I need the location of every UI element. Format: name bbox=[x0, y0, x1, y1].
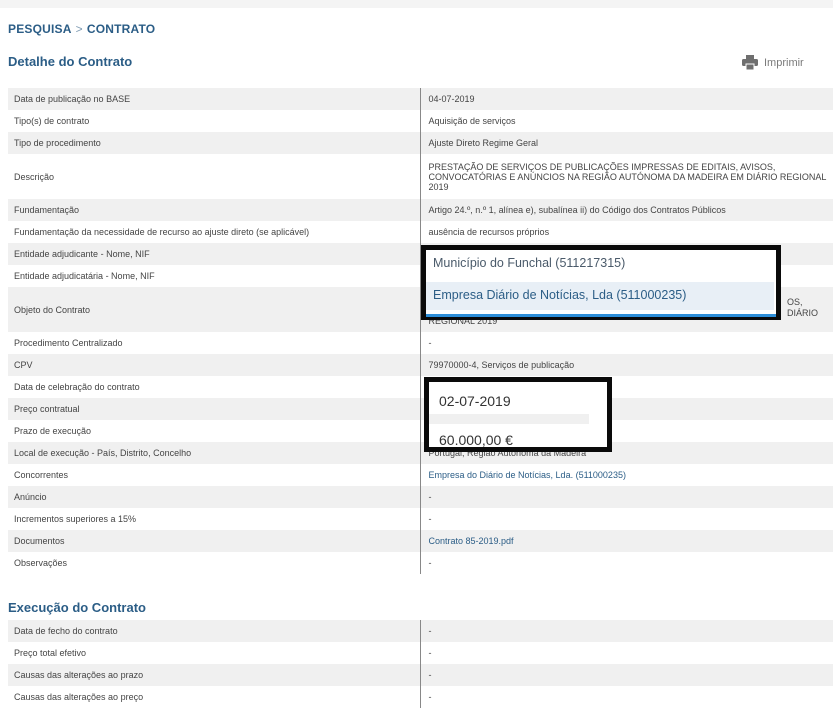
row-key: Fundamentação da necessidade de recurso … bbox=[8, 221, 421, 243]
row-key: CPV bbox=[8, 354, 421, 376]
print-label: Imprimir bbox=[764, 56, 804, 69]
table-row: Tipo(s) de contrato Aquisição de serviços bbox=[8, 110, 833, 132]
row-value: 79970000-4, Serviços de publicação bbox=[420, 354, 833, 376]
row-value: - bbox=[420, 508, 833, 530]
overlay-row-band bbox=[429, 414, 589, 424]
row-key: Tipo de procedimento bbox=[8, 132, 421, 154]
detail-table: Data de publicação no BASE 04-07-2019 Tip… bbox=[8, 88, 833, 574]
concorrente-link[interactable]: Empresa do Diário de Notícias, Lda. (511… bbox=[420, 464, 833, 486]
row-key: Concorrentes bbox=[8, 464, 421, 486]
objeto-peek-text: DIÁRIO bbox=[787, 308, 819, 318]
row-value: PRESTAÇÃO DE SERVIÇOS DE PUBLICAÇÕES IMP… bbox=[420, 154, 833, 199]
table-row: Preço contratual bbox=[8, 398, 833, 420]
row-key: Incrementos superiores a 15% bbox=[8, 508, 421, 530]
row-key: Fundamentação bbox=[8, 199, 421, 221]
row-key: Entidade adjudicante - Nome, NIF bbox=[8, 243, 421, 265]
row-key: Causas das alterações ao prazo bbox=[8, 664, 421, 686]
adjudicante-overlay-value: Município do Funchal (511217315) bbox=[433, 256, 626, 270]
row-key: Prazo de execução bbox=[8, 420, 421, 442]
overlay-blue-strip bbox=[426, 314, 776, 317]
row-value: - bbox=[420, 332, 833, 354]
row-key: Data de publicação no BASE bbox=[8, 88, 421, 110]
entity-overlay-box: Município do Funchal (511217315) Empresa… bbox=[421, 245, 781, 320]
row-key: Anúncio bbox=[8, 486, 421, 508]
table-row: Fundamentação Artigo 24.º, n.º 1, alínea … bbox=[8, 199, 833, 221]
row-value: - bbox=[420, 686, 833, 708]
breadcrumb: PESQUISA > CONTRATO bbox=[8, 22, 155, 36]
objeto-peek-text: OS, bbox=[787, 297, 803, 307]
row-key: Objeto do Contrato bbox=[8, 287, 421, 332]
row-value: - bbox=[420, 552, 833, 574]
row-key: Descrição bbox=[8, 154, 421, 199]
row-value: - bbox=[420, 664, 833, 686]
table-row: Descrição PRESTAÇÃO DE SERVIÇOS DE PUBLIC… bbox=[8, 154, 833, 199]
table-row: Fundamentação da necessidade de recurso … bbox=[8, 221, 833, 243]
row-key: Preço total efetivo bbox=[8, 642, 421, 664]
row-value: Ajuste Direto Regime Geral bbox=[420, 132, 833, 154]
row-value: Artigo 24.º, n.º 1, alínea e), subalínea… bbox=[420, 199, 833, 221]
row-value: 04-07-2019 bbox=[420, 88, 833, 110]
breadcrumb-contrato: CONTRATO bbox=[86, 22, 156, 36]
detail-title: Detalhe do Contrato bbox=[8, 54, 133, 69]
row-value: - bbox=[420, 642, 833, 664]
execution-table: Data de fecho do contrato - Preço total e… bbox=[8, 620, 833, 708]
row-key: Data de celebração do contrato bbox=[8, 376, 421, 398]
row-key: Observações bbox=[8, 552, 421, 574]
printer-icon bbox=[742, 55, 758, 70]
row-value: Aquisição de serviços bbox=[420, 110, 833, 132]
row-key: Tipo(s) de contrato bbox=[8, 110, 421, 132]
row-key: Entidade adjudicatária - Nome, NIF bbox=[8, 265, 421, 287]
table-row: Prazo de execução bbox=[8, 420, 833, 442]
preco-overlay-value: 60.000,00 € bbox=[439, 432, 513, 448]
row-value: - bbox=[420, 620, 833, 642]
table-row: Anúncio - bbox=[8, 486, 833, 508]
row-key: Preço contratual bbox=[8, 398, 421, 420]
table-row: CPV 79970000-4, Serviços de publicação bbox=[8, 354, 833, 376]
adjudicataria-overlay-row: Empresa Diário de Notícias, Lda (5110002… bbox=[426, 282, 774, 310]
row-value: ausência de recursos próprios bbox=[420, 221, 833, 243]
table-row: Procedimento Centralizado - bbox=[8, 332, 833, 354]
table-row: Causas das alterações ao preço - bbox=[8, 686, 833, 708]
table-row: Data de fecho do contrato - bbox=[8, 620, 833, 642]
row-key: Local de execução - País, Distrito, Conc… bbox=[8, 442, 421, 464]
values-overlay-box: 02-07-2019 60.000,00 € bbox=[424, 377, 612, 452]
top-bar bbox=[0, 0, 833, 8]
breadcrumb-separator: > bbox=[75, 22, 83, 36]
document-link[interactable]: Contrato 85-2019.pdf bbox=[420, 530, 833, 552]
table-row: Data de publicação no BASE 04-07-2019 bbox=[8, 88, 833, 110]
row-key: Data de fecho do contrato bbox=[8, 620, 421, 642]
table-row: Local de execução - País, Distrito, Conc… bbox=[8, 442, 833, 464]
table-row: Tipo de procedimento Ajuste Direto Regime… bbox=[8, 132, 833, 154]
table-row: Data de celebração do contrato bbox=[8, 376, 833, 398]
row-key: Documentos bbox=[8, 530, 421, 552]
row-key: Causas das alterações ao preço bbox=[8, 686, 421, 708]
table-row: Documentos Contrato 85-2019.pdf bbox=[8, 530, 833, 552]
table-row: Preço total efetivo - bbox=[8, 642, 833, 664]
table-row: Concorrentes Empresa do Diário de Notícia… bbox=[8, 464, 833, 486]
table-row: Observações - bbox=[8, 552, 833, 574]
table-row: Incrementos superiores a 15% - bbox=[8, 508, 833, 530]
breadcrumb-pesquisa[interactable]: PESQUISA bbox=[8, 22, 72, 36]
data-celebracao-overlay-value: 02-07-2019 bbox=[439, 393, 511, 409]
row-key: Procedimento Centralizado bbox=[8, 332, 421, 354]
execution-title: Execução do Contrato bbox=[8, 600, 146, 615]
table-row: Causas das alterações ao prazo - bbox=[8, 664, 833, 686]
row-value: - bbox=[420, 486, 833, 508]
adjudicataria-overlay-value: Empresa Diário de Notícias, Lda (5110002… bbox=[433, 288, 687, 302]
print-button[interactable]: Imprimir bbox=[742, 55, 804, 70]
